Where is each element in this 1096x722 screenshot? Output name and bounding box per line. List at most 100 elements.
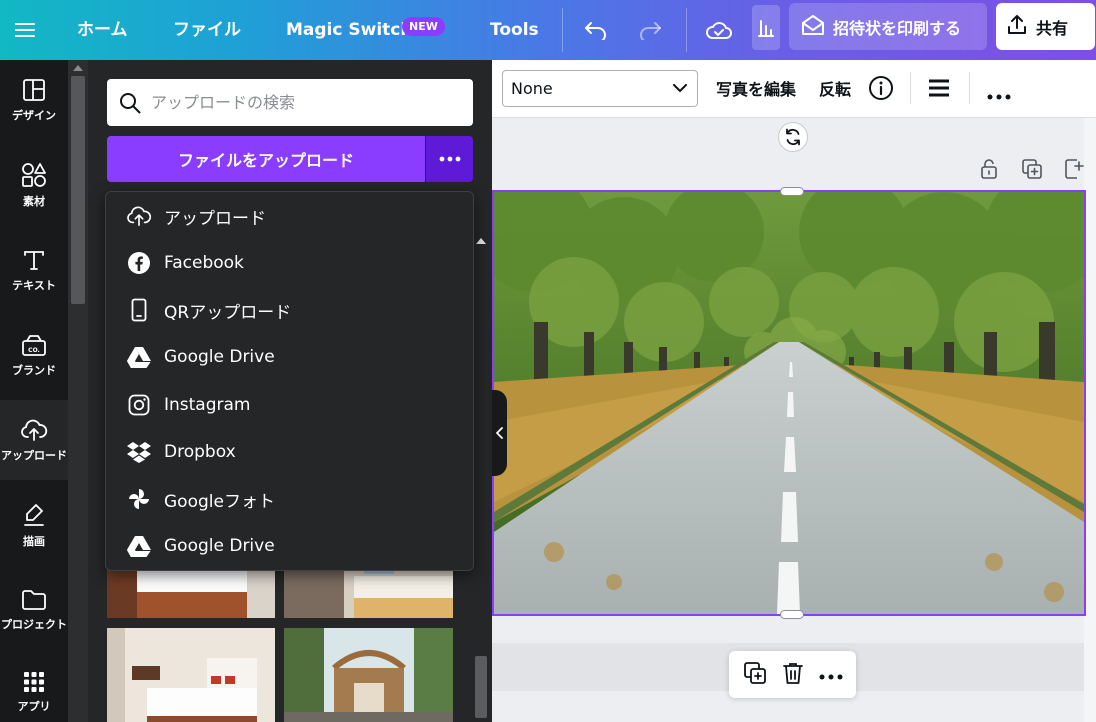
rail-item-draw[interactable]: 描画 bbox=[0, 485, 68, 565]
insights-icon[interactable] bbox=[752, 5, 780, 50]
chevron-left-icon bbox=[495, 427, 503, 439]
rail-item-text[interactable]: テキスト bbox=[0, 230, 68, 310]
canvas-scrollbar[interactable] bbox=[1084, 118, 1096, 722]
forest-road-photo[interactable] bbox=[492, 190, 1086, 616]
upload-thumbnail[interactable] bbox=[107, 628, 275, 722]
position-lines-icon[interactable] bbox=[928, 78, 950, 102]
rail-label: デザイン bbox=[12, 108, 56, 122]
duplicate-page-icon[interactable] bbox=[1021, 158, 1043, 184]
divider bbox=[969, 72, 970, 104]
layout-icon bbox=[23, 78, 45, 101]
floating-element-toolbar bbox=[729, 651, 856, 698]
rotate-button[interactable] bbox=[778, 122, 808, 152]
rail-item-design[interactable]: デザイン bbox=[0, 60, 68, 140]
trash-icon[interactable] bbox=[782, 661, 804, 689]
more-options-icon[interactable] bbox=[819, 665, 843, 684]
menu-item-label: アップロード bbox=[164, 208, 266, 229]
rail-item-uploads[interactable]: アップロード bbox=[0, 400, 68, 480]
share-label: 共有 bbox=[1036, 18, 1069, 38]
new-badge: NEW bbox=[402, 17, 445, 36]
menu-item-google-drive[interactable]: Google Drive bbox=[106, 334, 473, 380]
cloud-upload-icon bbox=[126, 203, 152, 229]
print-invitations-button[interactable]: 招待状を印刷する bbox=[789, 3, 987, 50]
resize-handle-bottom[interactable] bbox=[780, 610, 804, 619]
more-options-icon[interactable] bbox=[987, 85, 1011, 104]
menu-item-facebook[interactable]: Facebook bbox=[106, 240, 473, 286]
menu-item-google-photos[interactable]: Googleフォト bbox=[106, 476, 473, 522]
rail-item-elements[interactable]: 素材 bbox=[0, 145, 68, 225]
rail-item-projects[interactable]: プロジェクト bbox=[0, 570, 68, 650]
cloud-saved-icon[interactable] bbox=[699, 10, 739, 50]
lock-page-icon[interactable] bbox=[979, 158, 999, 184]
scroll-up-arrow[interactable] bbox=[73, 65, 83, 71]
cloud-upload-icon bbox=[21, 419, 48, 441]
google-drive-icon bbox=[126, 344, 152, 370]
upload-files-button[interactable]: ファイルをアップロード bbox=[107, 136, 425, 182]
text-icon bbox=[24, 250, 44, 270]
divider bbox=[562, 8, 563, 52]
filter-select[interactable]: None bbox=[502, 70, 698, 107]
home-link[interactable]: ホーム bbox=[77, 14, 128, 46]
search-box[interactable] bbox=[107, 79, 473, 126]
menu-item-qr-upload[interactable]: QRアップロード bbox=[106, 287, 473, 333]
file-menu[interactable]: ファイル bbox=[173, 14, 241, 46]
brand-icon: CO. bbox=[22, 334, 46, 356]
upload-more-button[interactable] bbox=[426, 136, 473, 182]
chevron-down-icon bbox=[673, 84, 687, 93]
menu-item-label: Instagram bbox=[164, 395, 251, 415]
uploads-panel: ファイルをアップロード bbox=[88, 60, 492, 722]
rail-label: ブランド bbox=[12, 363, 56, 377]
upload-source-menu: アップロード Facebook QRアップロード Google Drive In… bbox=[105, 191, 474, 571]
rotate-icon bbox=[786, 128, 800, 146]
more-horizontal-icon bbox=[439, 156, 460, 162]
upload-thumbnail[interactable] bbox=[284, 628, 453, 722]
search-input[interactable] bbox=[151, 93, 451, 112]
rail-item-brand[interactable]: CO. ブランド bbox=[0, 315, 68, 395]
menu-item-label: Google Drive bbox=[164, 347, 275, 367]
context-toolbar: None 写真を編集 反転 bbox=[492, 60, 1096, 118]
edit-photo-button[interactable]: 写真を編集 bbox=[716, 76, 796, 100]
menu-item-google-drive[interactable]: Google Drive bbox=[106, 523, 473, 569]
elements-icon bbox=[22, 162, 46, 187]
add-page-icon[interactable] bbox=[1064, 158, 1084, 184]
rail-scrollbar[interactable] bbox=[68, 60, 88, 722]
menu-item-instagram[interactable]: Instagram bbox=[106, 382, 473, 428]
redo-icon[interactable] bbox=[630, 10, 670, 50]
menu-icon[interactable] bbox=[5, 10, 45, 50]
share-button[interactable]: 共有 bbox=[996, 3, 1095, 50]
scroll-thumb[interactable] bbox=[475, 656, 487, 718]
menu-item-upload[interactable]: アップロード bbox=[106, 193, 473, 239]
instagram-icon bbox=[126, 392, 152, 418]
menu-item-label: Dropbox bbox=[164, 442, 236, 462]
facebook-icon bbox=[126, 250, 152, 276]
rail-item-apps[interactable]: アプリ bbox=[0, 655, 68, 722]
magic-switch-menu[interactable]: Magic Switch bbox=[286, 14, 412, 46]
undo-icon[interactable] bbox=[576, 10, 616, 50]
draw-icon bbox=[24, 503, 44, 526]
menu-item-label: Facebook bbox=[164, 253, 244, 273]
apps-grid-icon bbox=[24, 672, 44, 692]
scroll-up-arrow[interactable] bbox=[476, 238, 486, 244]
rail-label: アップロード bbox=[1, 448, 67, 462]
menu-item-label: QRアップロード bbox=[164, 302, 292, 323]
info-icon[interactable] bbox=[868, 75, 894, 105]
menu-item-dropbox[interactable]: Dropbox bbox=[106, 429, 473, 475]
google-drive-icon bbox=[126, 533, 152, 559]
menu-item-label: Googleフォト bbox=[164, 491, 275, 512]
rail-label: 素材 bbox=[23, 194, 45, 208]
tools-menu[interactable]: Tools bbox=[490, 14, 539, 46]
print-invitations-label: 招待状を印刷する bbox=[833, 18, 962, 38]
panel-scrollbar[interactable] bbox=[474, 236, 488, 722]
duplicate-icon[interactable] bbox=[743, 661, 767, 689]
rail-label: プロジェクト bbox=[1, 617, 67, 631]
envelope-icon bbox=[801, 14, 825, 40]
folder-icon bbox=[22, 589, 46, 610]
resize-handle-top[interactable] bbox=[780, 187, 804, 196]
svg-text:CO.: CO. bbox=[28, 347, 40, 354]
dropbox-icon bbox=[126, 439, 152, 465]
flip-button[interactable]: 反転 bbox=[819, 76, 851, 100]
search-icon bbox=[120, 92, 141, 113]
rail-label: アプリ bbox=[17, 700, 51, 713]
collapse-panel-button[interactable] bbox=[492, 390, 507, 476]
scroll-thumb[interactable] bbox=[71, 76, 85, 304]
